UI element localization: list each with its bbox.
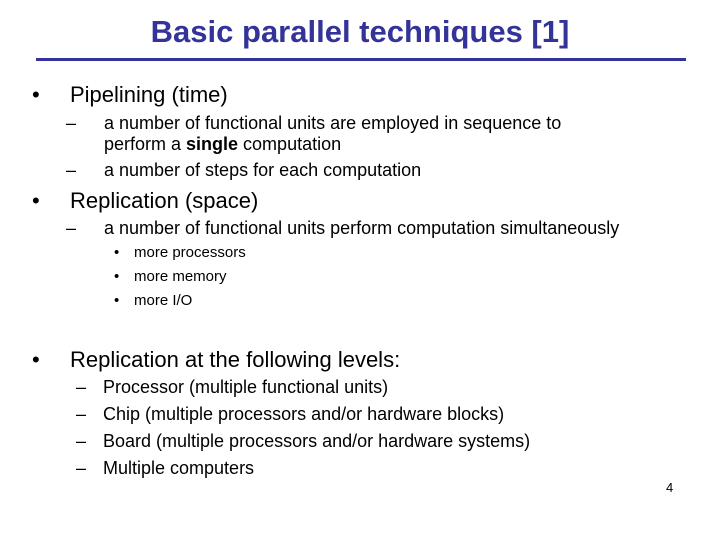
dash-icon: – <box>66 160 77 180</box>
subitem-text: a number of steps for each computation <box>104 160 422 180</box>
small-bullet-icon: • <box>114 268 120 285</box>
bullet-text: Pipelining (time) <box>70 82 228 107</box>
sub-subitem-text: more memory <box>134 268 227 285</box>
dash-icon: – <box>76 377 87 397</box>
emphasis-single: single <box>186 134 239 154</box>
bullet-icon: • <box>32 82 40 107</box>
bullet-icon: • <box>32 188 40 213</box>
small-bullet-icon: • <box>114 244 120 261</box>
dash-icon: – <box>66 218 77 238</box>
slide-title: Basic parallel techniques [1] <box>150 14 570 49</box>
level-text: Multiple computers <box>103 458 255 478</box>
bullet-icon: • <box>32 347 40 372</box>
subitem-text: a number of functional units perform com… <box>104 218 620 238</box>
subitem-text-line1: a number of functional units are employe… <box>104 113 562 133</box>
subitem-text-line2: perform a single computation <box>104 134 342 154</box>
level-text: Processor (multiple functional units) <box>103 377 389 397</box>
page-number: 4 <box>666 480 674 495</box>
dash-icon: – <box>76 431 87 451</box>
bullet-text: Replication at the following levels: <box>70 347 401 372</box>
level-text: Board (multiple processors and/or hardwa… <box>103 431 531 451</box>
dash-icon: – <box>76 404 87 424</box>
title-underline <box>36 58 686 61</box>
dash-icon: – <box>76 458 87 478</box>
dash-icon: – <box>66 113 77 133</box>
bullet-text: Replication (space) <box>70 188 259 213</box>
sub-subitem-text: more I/O <box>134 292 193 309</box>
level-text: Chip (multiple processors and/or hardwar… <box>103 404 505 424</box>
sub-subitem-text: more processors <box>134 244 246 261</box>
small-bullet-icon: • <box>114 292 120 309</box>
